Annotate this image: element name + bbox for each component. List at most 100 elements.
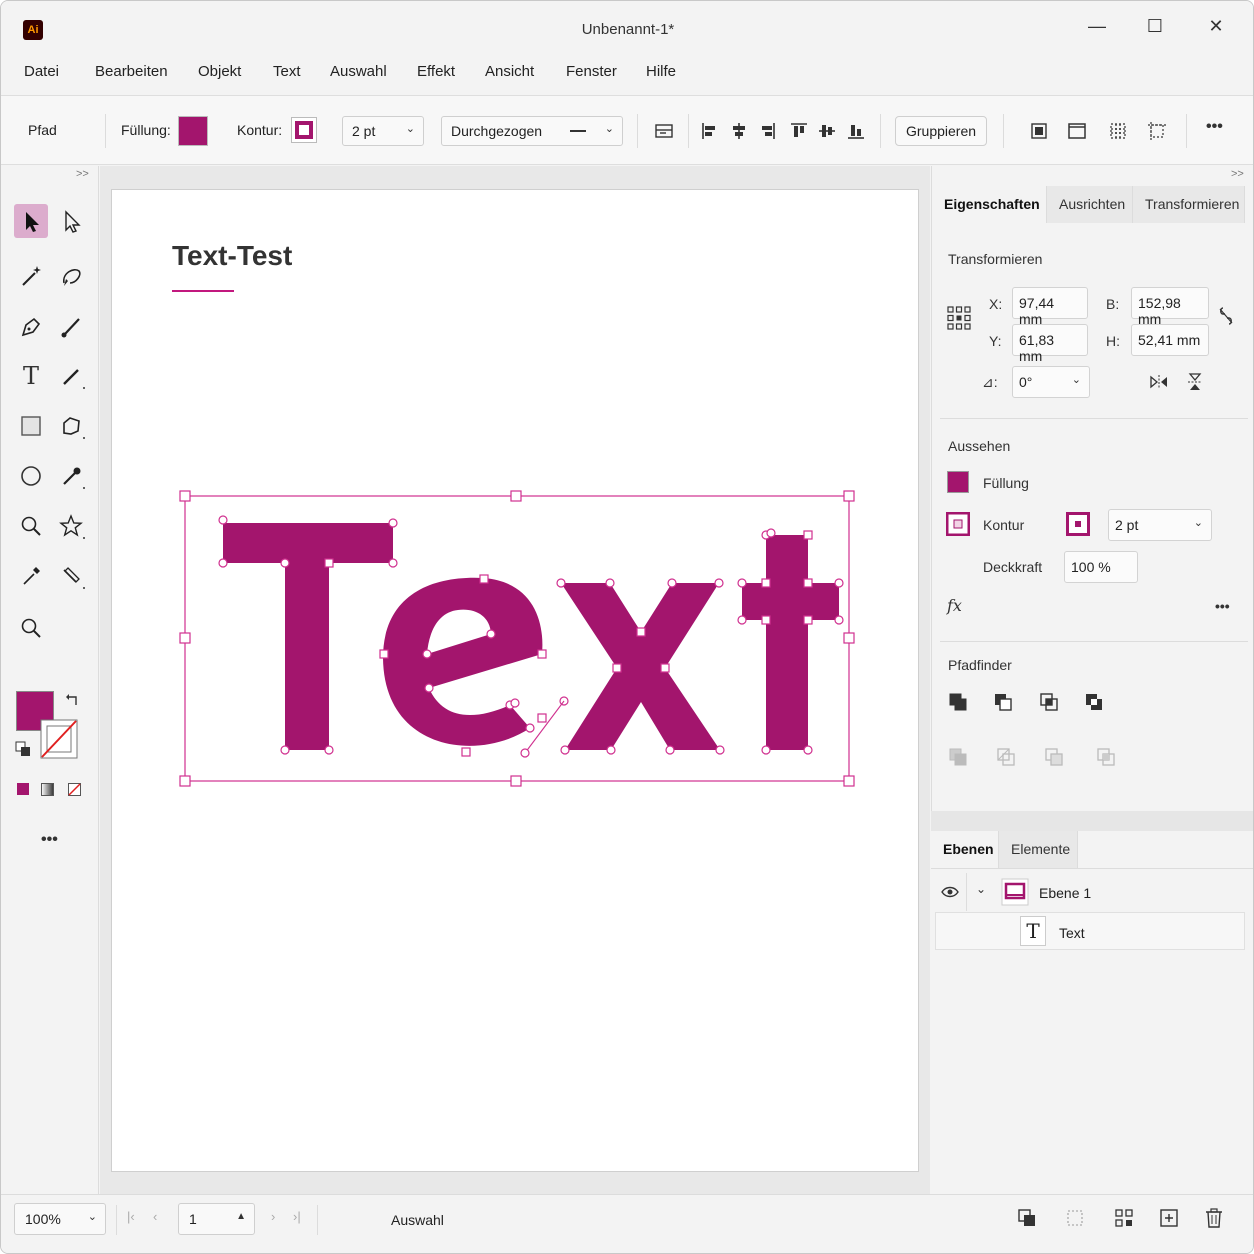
make-clipping-mask-icon[interactable] <box>1114 1208 1134 1228</box>
edit-toolbar-icon[interactable]: ••• <box>41 831 58 849</box>
zoom-tool-2[interactable] <box>14 611 48 645</box>
menu-text[interactable]: Text <box>273 63 301 80</box>
gradient-mode-icon[interactable] <box>41 783 54 796</box>
appearance-stroke-weight-dropdown[interactable]: 2 pt ⌄ <box>1108 509 1212 541</box>
tab-ebenen[interactable]: Ebenen <box>931 831 999 868</box>
zoom-tool[interactable] <box>14 509 48 543</box>
arrange-icon[interactable] <box>1017 1208 1037 1228</box>
height-input[interactable]: 52,41 mm <box>1131 324 1209 356</box>
menu-fenster[interactable]: Fenster <box>566 63 617 80</box>
stroke-color-swatch[interactable] <box>1066 512 1090 536</box>
artboard-number-field[interactable]: 1 ▲ <box>178 1203 255 1235</box>
layer-item-text[interactable]: T Text <box>935 912 1245 950</box>
eye-visibility-icon[interactable] <box>941 885 959 899</box>
next-artboard-icon[interactable]: › <box>271 1209 275 1224</box>
appearance-fill-swatch[interactable] <box>947 471 969 493</box>
color-mode-icon[interactable] <box>17 783 29 795</box>
width-tool[interactable] <box>54 559 88 593</box>
canvas-area[interactable]: Text-Test <box>100 166 930 1194</box>
pathfinder-crop-icon[interactable] <box>1096 747 1116 767</box>
appearance-more-icon[interactable]: ••• <box>1215 598 1230 614</box>
more-options-icon[interactable]: ••• <box>1206 118 1223 136</box>
artboard-icon[interactable] <box>1067 121 1087 141</box>
magic-wand-tool[interactable] <box>14 259 48 293</box>
minimize-button[interactable]: — <box>1077 11 1117 41</box>
appearance-stroke-swatch[interactable] <box>946 512 970 536</box>
last-artboard-icon[interactable]: ›| <box>293 1209 301 1224</box>
direct-selection-tool[interactable] <box>54 204 88 238</box>
expand-layer-chevron-icon[interactable]: ⌄ <box>976 882 986 896</box>
y-input[interactable]: 61,83 mm <box>1012 324 1088 364</box>
x-input[interactable]: 97,44 mm <box>1012 287 1088 327</box>
ellipse-tool[interactable] <box>14 459 48 493</box>
layer-row-ebene-1[interactable]: ⌄ Ebene 1 <box>935 873 1245 911</box>
fill-swatch[interactable] <box>178 116 208 146</box>
eyedropper-tool[interactable] <box>54 459 88 493</box>
artboard[interactable]: Text-Test <box>111 189 919 1172</box>
crop-image-icon[interactable] <box>1029 121 1049 141</box>
align-top-icon[interactable] <box>790 122 808 140</box>
align-horizontal-center-icon[interactable] <box>730 122 748 140</box>
selection-tool[interactable] <box>14 204 48 238</box>
delete-trash-icon[interactable] <box>1204 1207 1224 1229</box>
pen-tool[interactable] <box>14 309 48 343</box>
bezier-handle-point[interactable] <box>520 748 530 758</box>
flip-horizontal-icon[interactable] <box>1150 374 1168 390</box>
collapse-panel-icon[interactable]: >> <box>1231 168 1244 180</box>
width-input[interactable]: 152,98 mm <box>1131 287 1209 327</box>
artboard-frame-icon[interactable] <box>1065 1208 1085 1228</box>
maximize-button[interactable]: ☐ <box>1135 11 1175 41</box>
menu-effekt[interactable]: Effekt <box>417 63 455 80</box>
rotation-dropdown[interactable]: 0° ⌄ <box>1012 366 1090 398</box>
align-right-icon[interactable] <box>758 122 776 140</box>
stroke-none-indicator[interactable] <box>40 719 78 759</box>
menu-auswahl[interactable]: Auswahl <box>330 63 387 80</box>
brush-tool[interactable] <box>54 309 88 343</box>
new-layer-icon[interactable] <box>1159 1208 1179 1228</box>
menu-objekt[interactable]: Objekt <box>198 63 241 80</box>
opacity-input[interactable]: 100 % <box>1064 551 1138 583</box>
guides-icon[interactable] <box>1147 121 1167 141</box>
pencil-tool[interactable] <box>54 359 88 393</box>
stroke-weight-dropdown[interactable]: 2 pt ⌄ <box>342 116 424 146</box>
type-tool[interactable]: T <box>14 359 48 393</box>
pathfinder-exclude-icon[interactable] <box>1084 692 1104 712</box>
menu-datei[interactable]: Datei <box>24 63 59 80</box>
shaper-tool[interactable] <box>54 409 88 443</box>
menu-hilfe[interactable]: Hilfe <box>646 63 676 80</box>
none-mode-icon[interactable] <box>68 783 81 796</box>
pathfinder-unite-icon[interactable] <box>948 692 968 712</box>
group-button[interactable]: Gruppieren <box>895 116 988 146</box>
previous-artboard-icon[interactable]: ‹ <box>153 1209 157 1224</box>
flip-vertical-icon[interactable] <box>1187 373 1203 391</box>
pathfinder-trim-icon[interactable] <box>996 747 1016 767</box>
swap-colors-icon[interactable] <box>65 692 81 708</box>
align-vertical-center-icon[interactable] <box>818 122 836 140</box>
zoom-dropdown[interactable]: 100% ⌄ <box>14 1203 106 1235</box>
isolate-group-icon[interactable] <box>654 122 674 140</box>
tab-eigenschaften[interactable]: Eigenschaften <box>932 186 1047 223</box>
first-artboard-icon[interactable]: |‹ <box>127 1209 135 1224</box>
collapse-panel-icon[interactable]: >> <box>76 168 89 180</box>
pathfinder-merge-icon[interactable] <box>1044 747 1064 767</box>
star-tool[interactable] <box>54 509 88 543</box>
stroke-swatch[interactable] <box>291 117 317 143</box>
menu-bearbeiten[interactable]: Bearbeiten <box>95 63 168 80</box>
fx-effects-icon[interactable]: fx <box>947 596 962 615</box>
tab-elemente[interactable]: Elemente <box>999 831 1078 868</box>
rectangle-tool[interactable] <box>14 409 48 443</box>
default-colors-icon[interactable] <box>15 741 31 757</box>
text-artwork[interactable] <box>112 190 920 1173</box>
constrain-proportions-icon[interactable] <box>1218 306 1234 326</box>
pathfinder-intersect-icon[interactable] <box>1039 692 1059 712</box>
align-bottom-icon[interactable] <box>847 122 865 140</box>
close-button[interactable]: ✕ <box>1196 11 1236 41</box>
stroke-style-dropdown[interactable]: Durchgezogen ⌄ <box>441 116 623 146</box>
tab-ausrichten[interactable]: Ausrichten <box>1047 186 1133 223</box>
menu-ansicht[interactable]: Ansicht <box>485 63 534 80</box>
tab-transformieren[interactable]: Transformieren <box>1133 186 1245 223</box>
reference-point-icon[interactable] <box>947 306 971 330</box>
lasso-tool[interactable] <box>54 259 88 293</box>
color-picker-tool[interactable] <box>14 559 48 593</box>
pathfinder-minus-front-icon[interactable] <box>993 692 1013 712</box>
